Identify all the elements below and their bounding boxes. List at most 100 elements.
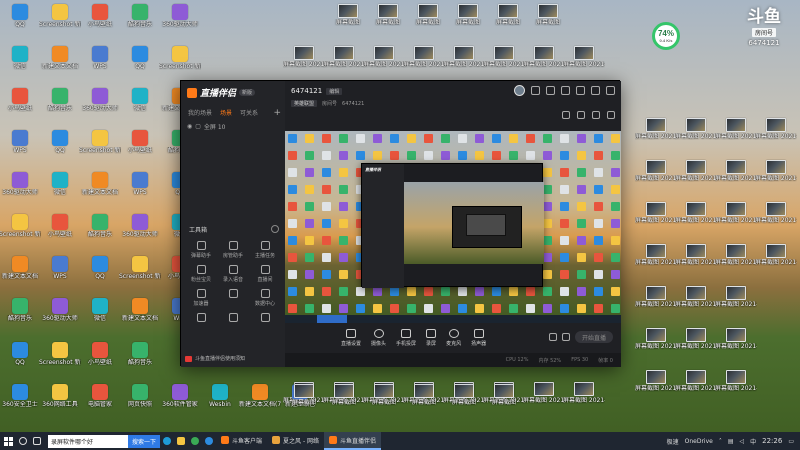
notice-link[interactable]: 斗鱼直播伴侣使用须知 <box>185 355 245 362</box>
desktop-icon[interactable]: 微信 <box>40 172 80 212</box>
screenshot-file-icon[interactable]: 屏幕截图 2021-07... <box>715 118 757 158</box>
start-button[interactable] <box>0 432 16 450</box>
record-button[interactable]: 录屏 <box>426 329 436 347</box>
scene-lock-icon[interactable]: ▢ <box>195 123 201 130</box>
task-view-icon[interactable] <box>30 432 44 450</box>
clock[interactable]: 22:26 <box>762 437 782 445</box>
tool-gift[interactable] <box>249 313 281 324</box>
desktop-icon[interactable]: QQ <box>80 256 120 296</box>
settings-icon[interactable] <box>607 111 615 119</box>
screenshot-file-icon[interactable]: 屏幕截图 2021-07... <box>675 286 717 326</box>
folder-icon[interactable] <box>174 432 188 450</box>
desktop-icon[interactable]: 酷狗音乐 <box>80 214 120 254</box>
desktop-icon[interactable]: 微信 <box>80 298 120 338</box>
tab-relations[interactable]: 可关系 <box>237 106 261 119</box>
screenshot-file-icon[interactable]: 屏幕截图 2021-07... <box>635 160 677 200</box>
desktop-icon[interactable]: 酷狗音乐 <box>40 88 80 128</box>
screenshot-file-icon[interactable]: 屏幕截图 2021-07... <box>635 286 677 326</box>
volume-icon[interactable]: ◁ <box>740 438 745 445</box>
screenshot-file-icon[interactable]: 屏幕截图 2021-07... <box>715 370 757 410</box>
screenshot-file-icon[interactable]: 屏幕截图 2021-07... <box>755 118 797 158</box>
desktop-icon[interactable]: 360驱动大师 <box>0 172 40 212</box>
desktop-icon[interactable]: 小鸟壁纸 <box>120 130 160 170</box>
toolbox-toggle-icon[interactable] <box>271 225 279 233</box>
desktop-icon[interactable]: 小鸟壁纸 <box>0 88 40 128</box>
live-preview[interactable]: 直播伴侣 <box>285 131 621 323</box>
search-button[interactable]: 搜索一下 <box>128 434 161 448</box>
screenshot-file-icon[interactable]: 屏幕截图 <box>484 384 524 424</box>
screenshot-file-icon[interactable]: 屏幕截图 2021-07... <box>675 118 717 158</box>
desktop-icon[interactable]: 360驱动大师 <box>80 88 120 128</box>
tool-more[interactable] <box>217 313 249 324</box>
screenshot-file-icon[interactable]: 屏幕截图 <box>444 384 484 424</box>
screenshot-file-icon[interactable]: 屏幕截图 2021-07... <box>715 244 757 284</box>
taskbar-search-box[interactable]: 录屏软件哪个好 <box>48 434 128 448</box>
phone-cast-button[interactable]: 手机投屏 <box>396 329 416 347</box>
tool-live-room[interactable]: 直播间 <box>249 265 281 283</box>
douyu-live-companion-window[interactable]: 直播伴侣 新版 我的场景 场景 可关系 + ◉ ▢ 全屏 10 工具箱 弹幕助手… <box>180 80 621 367</box>
desktop-icon[interactable]: QQ <box>120 46 160 86</box>
avatar[interactable] <box>514 85 525 96</box>
desktop-icon[interactable]: WPS <box>0 130 40 170</box>
edit-button[interactable]: 编辑 <box>326 87 343 95</box>
start-live-button[interactable]: 开始直播 <box>575 331 613 343</box>
add-scene-icon[interactable]: + <box>273 108 281 118</box>
desktop-icon[interactable]: 酷狗音乐 <box>120 4 160 44</box>
speaker-button[interactable]: 扬声器 <box>471 329 486 347</box>
tool-export[interactable] <box>217 289 249 307</box>
desktop-icon[interactable]: 360驱动大师 <box>160 4 200 44</box>
screenshot-file-icon[interactable]: 屏幕截图 2021-07... <box>715 202 757 242</box>
tool-danmu[interactable]: 弹幕助手 <box>185 241 217 259</box>
camera-button[interactable]: 摄像头 <box>371 329 386 347</box>
screenshot-file-icon[interactable]: 屏幕截图 2021-07... <box>675 202 717 242</box>
tool-tasks[interactable]: 主播任务 <box>249 241 281 259</box>
tray-up-icon[interactable]: ˄ <box>719 438 722 445</box>
settings-gear-icon[interactable] <box>562 333 570 341</box>
maximize-icon[interactable] <box>591 86 600 95</box>
screenshot-file-icon[interactable]: 屏幕截图 2021-07... <box>675 370 717 410</box>
desktop-icon[interactable]: Screenshot 新建文档 <box>0 214 41 254</box>
desktop-icon[interactable]: 新建文本文档 <box>120 298 160 338</box>
minimize-icon[interactable] <box>576 86 585 95</box>
screenshot-file-icon[interactable]: 屏幕截图 <box>408 4 448 44</box>
tab-my-scenes[interactable]: 我的场景 <box>185 106 215 119</box>
screenshot-file-icon[interactable]: 屏幕截图 2021-07... <box>635 370 677 410</box>
screenshot-file-icon[interactable]: 屏幕截图 <box>404 384 444 424</box>
desktop-icon[interactable]: WPS <box>40 256 80 296</box>
message-icon[interactable] <box>546 86 555 95</box>
desktop-icon[interactable]: 酷狗音乐 <box>0 298 40 338</box>
screenshot-file-icon[interactable]: 屏幕截图 2021-07... <box>715 160 757 200</box>
screenshot-file-icon[interactable]: 屏幕截图 2021-07... <box>675 244 717 284</box>
skin-icon[interactable] <box>531 86 540 95</box>
eye-icon[interactable]: ◉ <box>187 123 192 130</box>
desktop-icon[interactable]: 360驱动大师 <box>120 214 160 254</box>
screenshot-file-icon[interactable]: 屏幕截图 2021-07... <box>563 382 605 422</box>
tool-record[interactable] <box>185 313 217 324</box>
menu-icon[interactable] <box>561 86 570 95</box>
search-input[interactable]: 录屏软件哪个好 <box>51 437 93 446</box>
share-icon[interactable] <box>592 111 600 119</box>
scene-item[interactable]: ◉ ▢ 全屏 10 <box>187 122 225 131</box>
desktop-icon[interactable]: 新建文本文档 <box>40 46 80 86</box>
screenshot-file-icon[interactable]: 屏幕截图 <box>448 4 488 44</box>
tool-room-admin[interactable]: 房管助手 <box>217 241 249 259</box>
lock-icon[interactable] <box>562 111 570 119</box>
taskbar-app-2[interactable]: 斗鱼直播伴侣 <box>324 432 382 450</box>
tool-voice[interactable]: 录入语音 <box>217 265 249 283</box>
screenshot-file-icon[interactable]: 屏幕截图 <box>488 4 528 44</box>
desktop-icon[interactable]: WPS <box>120 172 160 212</box>
screenshot-file-icon[interactable]: 屏幕截图 2021-07... <box>635 202 677 242</box>
screenshot-file-icon[interactable]: 屏幕截图 <box>364 384 404 424</box>
category-badge[interactable]: 英雄联盟 <box>291 100 318 107</box>
screenshot-file-icon[interactable]: 屏幕截图 2021-07... <box>715 286 757 326</box>
desktop-icon[interactable]: 小鸟壁纸 <box>80 4 120 44</box>
screenshot-file-icon[interactable]: 屏幕截图 2021-07... <box>755 202 797 242</box>
screenshot-file-icon[interactable]: 屏幕截图 <box>368 4 408 44</box>
bag-icon[interactable] <box>577 111 585 119</box>
screenshot-file-icon[interactable]: 屏幕截图 <box>284 384 324 424</box>
desktop-icon[interactable]: Screenshot 新建文档 <box>79 130 121 170</box>
screenshot-file-icon[interactable]: 屏幕截图 <box>324 384 364 424</box>
screenshot-file-icon[interactable]: 屏幕截图 2021-07... <box>523 382 565 422</box>
screenshot-file-icon[interactable]: 屏幕截图 <box>528 4 568 44</box>
version-badge[interactable]: 新版 <box>239 89 256 96</box>
